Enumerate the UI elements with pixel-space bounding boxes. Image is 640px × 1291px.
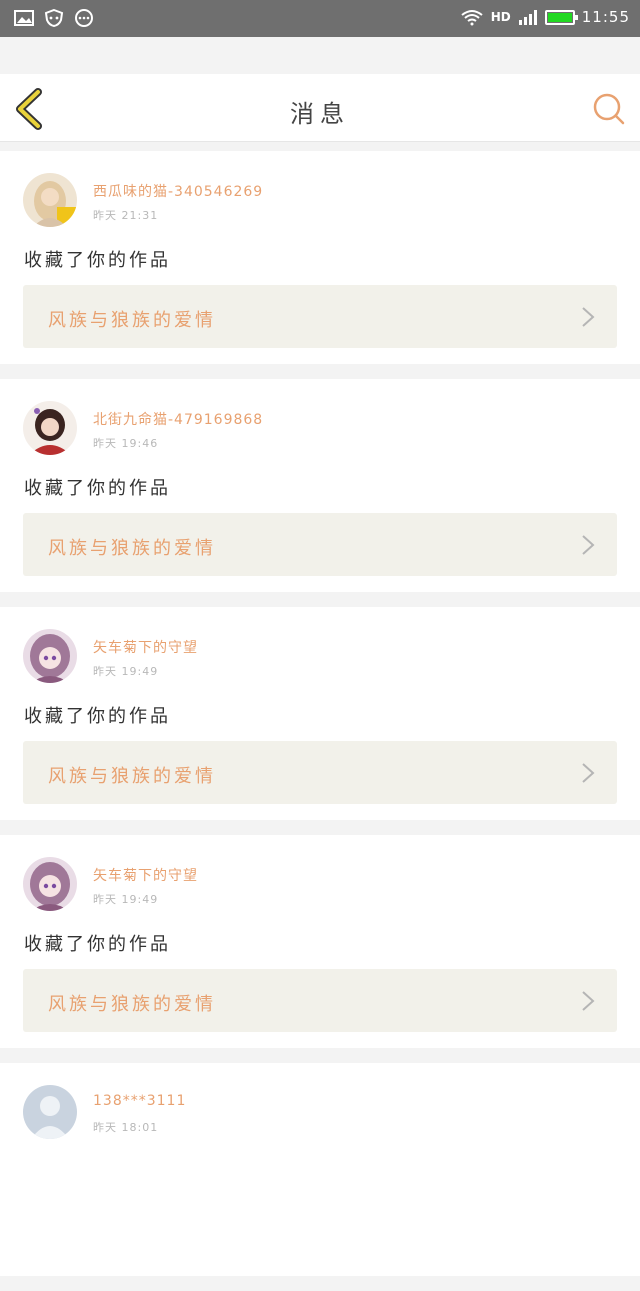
action-text: 收藏了你的作品 [24, 250, 171, 271]
chevron-right-icon [582, 307, 595, 327]
message-card: 138***3111 昨天 18:01 [0, 1063, 640, 1276]
page-title: 消息 [290, 100, 350, 128]
avatar[interactable] [23, 1085, 77, 1139]
username[interactable]: 138***3111 [93, 1093, 186, 1109]
search-icon[interactable] [592, 92, 626, 126]
timestamp: 昨天 19:49 [93, 893, 159, 906]
avatar[interactable] [23, 857, 77, 911]
work-title: 风族与狼族的爱情 [48, 310, 216, 331]
battery-icon [544, 9, 578, 25]
timestamp: 昨天 21:31 [93, 209, 159, 222]
app-header: 消息 [0, 74, 640, 142]
chevron-right-icon [582, 535, 595, 555]
avatar[interactable] [23, 173, 77, 227]
timestamp: 昨天 19:46 [93, 437, 159, 450]
action-text: 收藏了你的作品 [24, 706, 171, 727]
wifi-icon [461, 10, 483, 26]
more-icon [75, 9, 93, 27]
signal-icon [518, 10, 537, 25]
message-card: 矢车菊下的守望 昨天 19:49 收藏了你的作品 风族与狼族的爱情 [0, 835, 640, 1048]
timestamp: 昨天 19:49 [93, 665, 159, 678]
chevron-right-icon [582, 763, 595, 783]
image-icon [14, 10, 34, 26]
work-title: 风族与狼族的爱情 [48, 538, 216, 559]
status-bar: HD 11:55 [0, 0, 640, 37]
network-label: HD [490, 10, 511, 24]
work-link[interactable]: 风族与狼族的爱情 [23, 285, 617, 348]
work-link[interactable]: 风族与狼族的爱情 [23, 969, 617, 1032]
timestamp: 昨天 18:01 [93, 1121, 159, 1134]
work-link[interactable]: 风族与狼族的爱情 [23, 513, 617, 576]
shield-icon [44, 9, 64, 27]
avatar[interactable] [23, 629, 77, 683]
message-card: 北街九命猫-479169868 昨天 19:46 收藏了你的作品 风族与狼族的爱… [0, 379, 640, 592]
action-text: 收藏了你的作品 [24, 934, 171, 955]
work-title: 风族与狼族的爱情 [48, 994, 216, 1015]
work-link[interactable]: 风族与狼族的爱情 [23, 741, 617, 804]
top-spacer [0, 37, 640, 74]
message-card: 西瓜味的猫-340546269 昨天 21:31 收藏了你的作品 风族与狼族的爱… [0, 151, 640, 364]
username[interactable]: 矢车菊下的守望 [93, 637, 198, 657]
username[interactable]: 矢车菊下的守望 [93, 865, 198, 885]
username[interactable]: 北街九命猫-479169868 [93, 409, 263, 429]
action-text: 收藏了你的作品 [24, 478, 171, 499]
username[interactable]: 西瓜味的猫-340546269 [93, 181, 263, 201]
avatar[interactable] [23, 401, 77, 455]
message-list: 西瓜味的猫-340546269 昨天 21:31 收藏了你的作品 风族与狼族的爱… [0, 151, 640, 1291]
message-card: 矢车菊下的守望 昨天 19:49 收藏了你的作品 风族与狼族的爱情 [0, 607, 640, 820]
chevron-right-icon [582, 991, 595, 1011]
work-title: 风族与狼族的爱情 [48, 766, 216, 787]
status-time: 11:55 [581, 8, 630, 26]
